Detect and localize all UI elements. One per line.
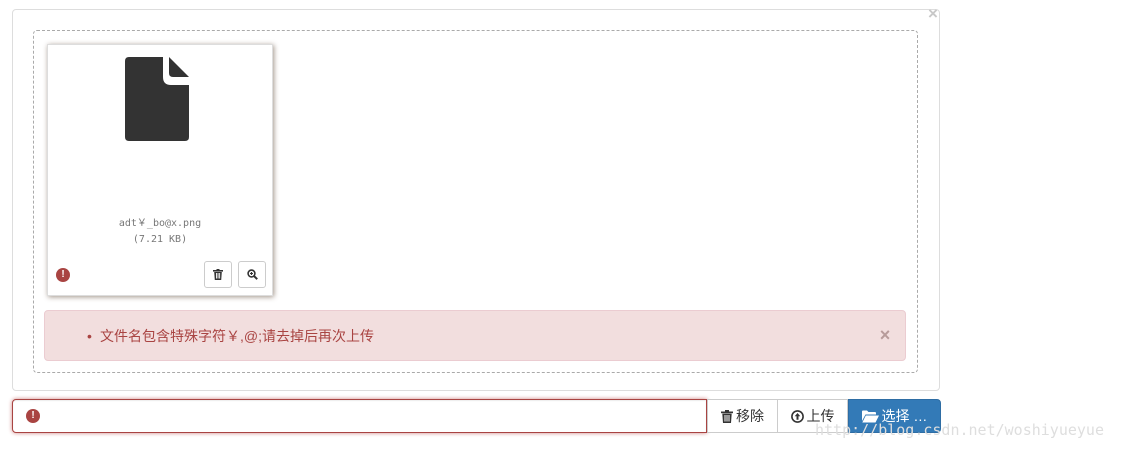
zoom-file-button[interactable] bbox=[238, 261, 266, 288]
file-caption-field[interactable]: ! bbox=[12, 399, 707, 433]
file-preview-thumbnail: adt￥_bo@x.png (7.21 KB) ! bbox=[47, 44, 273, 296]
remove-button[interactable]: 移除 bbox=[707, 399, 778, 433]
file-name: adt￥_bo@x.png bbox=[118, 218, 202, 229]
file-icon bbox=[125, 57, 189, 141]
error-message-box: 文件名包含特殊字符￥,@;请去掉后再次上传 × bbox=[44, 310, 906, 361]
error-icon: ! bbox=[56, 268, 70, 282]
panel-close-button[interactable]: × bbox=[926, 5, 940, 22]
upload-icon bbox=[790, 409, 804, 423]
file-size: (7.21 KB) bbox=[132, 234, 188, 245]
watermark: http://blog.csdn.net/woshiyueyue bbox=[815, 421, 1104, 439]
zoom-icon bbox=[246, 269, 258, 280]
error-icon: ! bbox=[26, 409, 40, 423]
trash-icon bbox=[213, 269, 223, 280]
file-caption: adt￥_bo@x.png (7.21 KB) bbox=[48, 216, 272, 248]
error-close-button[interactable]: × bbox=[877, 326, 893, 344]
trash-icon bbox=[721, 409, 733, 423]
error-list: 文件名包含特殊字符￥,@;请去掉后再次上传 bbox=[87, 327, 374, 345]
remove-file-button[interactable] bbox=[204, 261, 232, 288]
remove-button-label: 移除 bbox=[736, 408, 764, 424]
error-message: 文件名包含特殊字符￥,@;请去掉后再次上传 bbox=[87, 327, 374, 345]
